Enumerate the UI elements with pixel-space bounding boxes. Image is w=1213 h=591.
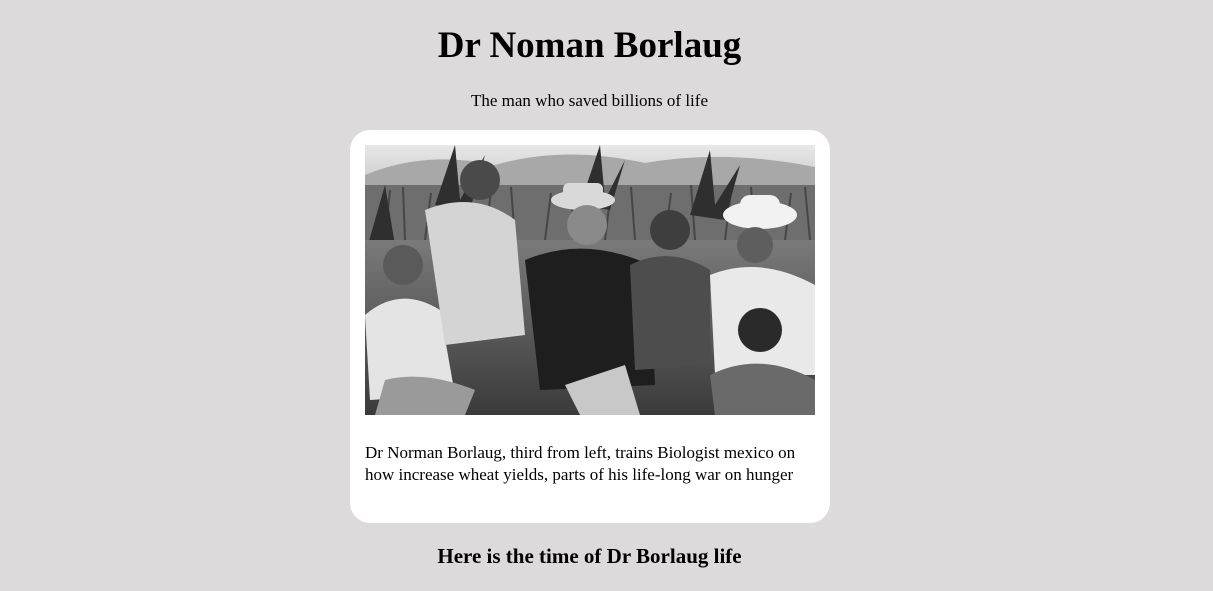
page-title: Dr Noman Borlaug [437, 25, 742, 66]
image-caption: Dr Norman Borlaug, third from left, trai… [365, 443, 796, 484]
image-card: Dr Norman Borlaug, third from left, trai… [350, 130, 830, 523]
page-tagline: The man who saved billions of life [470, 91, 708, 110]
borlaug-photo [365, 145, 815, 415]
tribute-heading: Here is the time of Dr Borlaug life [437, 544, 742, 568]
